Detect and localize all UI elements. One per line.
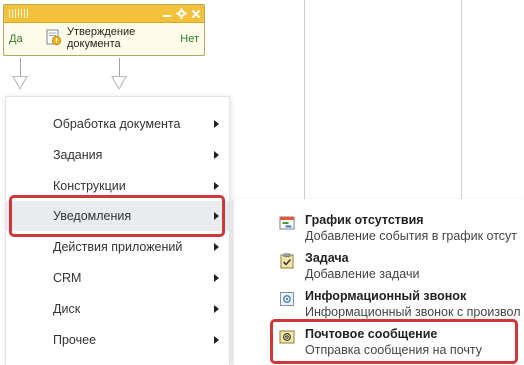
- grip-icon[interactable]: [9, 9, 28, 18]
- calendar-icon: [279, 216, 295, 230]
- submenu-item-task[interactable]: Задача Добавление задачи: [234, 249, 524, 289]
- menu-item-label: Конструкции: [53, 179, 126, 193]
- drop-arrow-icon[interactable]: [12, 76, 28, 90]
- activity-category-menu: Обработка документа Задания Конструкции …: [5, 96, 230, 365]
- submenu-arrow-icon: [214, 120, 219, 128]
- activity-title: Утверждение документа: [67, 26, 136, 50]
- submenu-item-description: Добавление события в график отсут: [305, 229, 517, 243]
- approval-activity-block[interactable]: Да Утверждение документа Нет: [3, 4, 205, 56]
- menu-item-label: Задания: [53, 148, 103, 162]
- submenu-item-absence-schedule[interactable]: График отсутствия Добавление события в г…: [234, 211, 524, 251]
- minimize-icon[interactable]: [162, 9, 172, 19]
- submenu-item-title: Задача: [305, 251, 349, 265]
- connector-line: [20, 58, 21, 78]
- submenu-arrow-icon: [214, 274, 219, 282]
- menu-item-app-actions[interactable]: Действия приложений: [6, 232, 229, 262]
- connector-line: [119, 58, 120, 78]
- menu-item-label: Уведомления: [53, 209, 132, 223]
- menu-item-label: Обработка документа: [53, 117, 181, 131]
- submenu-item-title: График отсутствия: [305, 213, 424, 227]
- menu-item-label: Диск: [53, 302, 81, 316]
- lane-divider: [304, 0, 305, 210]
- menu-item-disk[interactable]: Диск: [6, 294, 229, 324]
- submenu-arrow-icon: [214, 336, 219, 344]
- menu-item-constructions[interactable]: Конструкции: [6, 171, 229, 201]
- submenu-arrow-icon: [214, 151, 219, 159]
- no-branch-label: Нет: [180, 33, 199, 45]
- activity-header[interactable]: [4, 5, 204, 23]
- menu-item-label: CRM: [53, 271, 82, 285]
- submenu-item-info-call[interactable]: Информационный звонок Информационный зво…: [234, 287, 524, 327]
- menu-item-tasks[interactable]: Задания: [6, 140, 229, 170]
- submenu-arrow-icon: [214, 305, 219, 313]
- menu-item-crm[interactable]: CRM: [6, 263, 229, 293]
- menu-item-label: Действия приложений: [53, 240, 183, 254]
- submenu-item-title: Информационный звонок: [305, 289, 467, 303]
- drop-arrow-icon[interactable]: [111, 76, 127, 90]
- submenu-item-description: Отправка сообщения на почту: [305, 343, 483, 357]
- yes-branch-label: Да: [9, 33, 23, 45]
- mail-icon: [279, 330, 295, 344]
- close-icon[interactable]: [191, 9, 201, 19]
- submenu-arrow-icon: [214, 212, 219, 220]
- task-clipboard-icon: [280, 253, 294, 269]
- submenu-item-title: Почтовое сообщение: [305, 327, 438, 341]
- lane-divider: [461, 0, 462, 210]
- submenu-arrow-icon: [214, 243, 219, 251]
- menu-item-notifications[interactable]: Уведомления: [6, 201, 229, 231]
- settings-gear-icon[interactable]: [176, 8, 187, 19]
- submenu-item-description: Добавление задачи: [305, 267, 420, 281]
- submenu-arrow-icon: [214, 182, 219, 190]
- menu-item-label: Прочее: [53, 333, 97, 347]
- menu-item-other[interactable]: Прочее: [6, 325, 229, 355]
- document-approval-icon: [46, 29, 62, 46]
- menu-item-document-processing[interactable]: Обработка документа: [6, 109, 229, 139]
- submenu-item-mail-message[interactable]: Почтовое сообщение Отправка сообщения на…: [234, 325, 524, 365]
- info-call-icon: [280, 292, 294, 306]
- submenu-item-description: Информационный звонок с произвол: [305, 305, 521, 319]
- notifications-submenu: График отсутствия Добавление события в г…: [233, 199, 524, 365]
